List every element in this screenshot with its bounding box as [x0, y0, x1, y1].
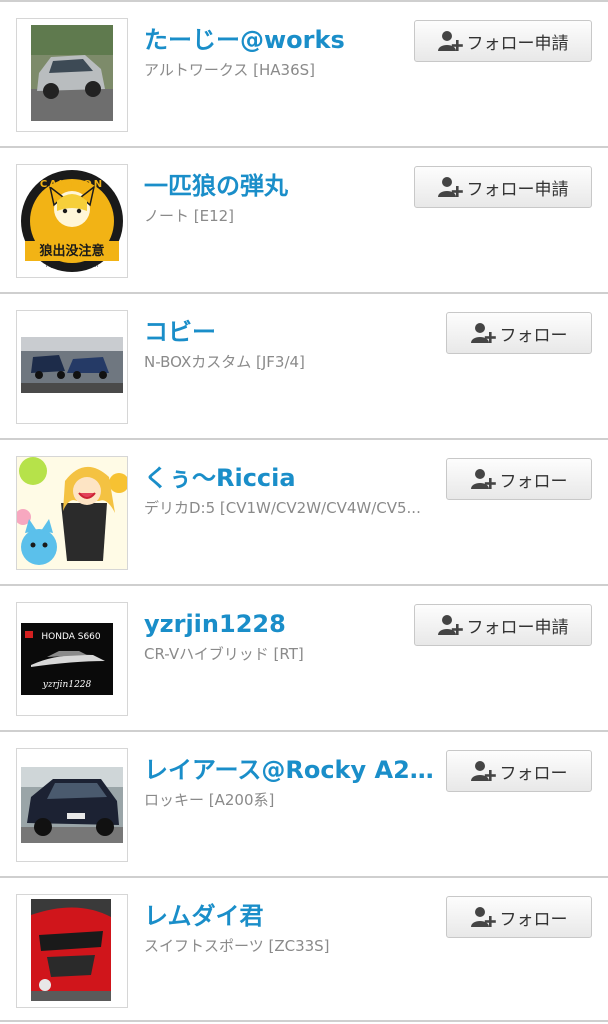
user-car: CR-Vハイブリッド [RT] [144, 645, 304, 663]
follow-request-button[interactable]: フォロー申請 [414, 604, 592, 646]
car-photo [17, 19, 127, 131]
honda-s660-image: HONDA S660 yzrjin1228 [17, 603, 127, 715]
follow-button[interactable]: フォロー [446, 458, 592, 500]
avatar[interactable] [16, 894, 128, 1008]
follow-button-label: フォロー申請 [466, 617, 569, 638]
avatar[interactable] [16, 456, 128, 570]
user-car: N-BOXカスタム [JF3/4] [144, 353, 305, 371]
avatar[interactable] [16, 748, 128, 862]
mountain-label: Mysterious Mountain [46, 263, 98, 269]
anime-illustration [17, 457, 127, 569]
follow-request-button[interactable]: フォロー申請 [414, 20, 592, 62]
user-plus-icon [470, 906, 497, 928]
user-plus-icon [437, 176, 464, 198]
yzrjin-label: yzrjin1228 [42, 680, 92, 690]
list-item: レムダイ君 スイフトスポーツ [ZC33S] フォロー [0, 876, 608, 1022]
user-car: アルトワークス [HA36S] [144, 61, 316, 79]
follow-button-label: フォロー [499, 471, 568, 492]
user-car: デリカD:5 [CV1W/CV2W/CV4W/CV5... [144, 499, 421, 517]
user-car: ノート [E12] [144, 207, 235, 225]
user-plus-icon [470, 760, 497, 782]
follow-button[interactable]: フォロー [446, 750, 592, 792]
user-name[interactable]: レムダイ君 [144, 898, 434, 934]
car-photo [17, 311, 127, 423]
list-item: HONDA S660 yzrjin1228 yzrjin1228 CR-Vハイブ… [0, 584, 608, 730]
follow-button-label: フォロー [499, 763, 568, 784]
avatar[interactable] [16, 310, 128, 424]
follow-button-label: フォロー申請 [466, 179, 569, 200]
follow-button-label: フォロー申請 [466, 33, 569, 54]
follow-request-button[interactable]: フォロー申請 [414, 166, 592, 208]
follow-button[interactable]: フォロー [446, 896, 592, 938]
list-item: CAUTION 狼出没注意 Mysterious Mountain 一匹狼の弾丸… [0, 146, 608, 292]
user-plus-icon [470, 322, 497, 344]
follow-button[interactable]: フォロー [446, 312, 592, 354]
car-photo [17, 895, 127, 1007]
honda-s660-label: HONDA S660 [41, 632, 101, 642]
caution-label: CAUTION [40, 179, 104, 190]
user-name[interactable]: レイアース@Rocky A21... [144, 752, 434, 788]
wolf-warning-label: 狼出没注意 [38, 243, 104, 259]
car-photo [17, 749, 127, 861]
list-item: たーじー@works アルトワークス [HA36S] フォロー申請 [0, 0, 608, 146]
user-list: たーじー@works アルトワークス [HA36S] フォロー申請 CAUTIO… [0, 0, 608, 1024]
list-item: コビー N-BOXカスタム [JF3/4] フォロー [0, 292, 608, 438]
avatar[interactable] [16, 18, 128, 132]
user-car: ロッキー [A200系] [144, 791, 275, 809]
user-plus-icon [470, 468, 497, 490]
user-name[interactable]: 一匹狼の弾丸 [144, 168, 434, 204]
follow-button-label: フォロー [499, 325, 568, 346]
avatar[interactable]: CAUTION 狼出没注意 Mysterious Mountain [16, 164, 128, 278]
list-item: くぅ〜Riccia デリカD:5 [CV1W/CV2W/CV4W/CV5... … [0, 438, 608, 584]
user-name[interactable]: くぅ〜Riccia [144, 460, 434, 496]
caution-wolf-image: CAUTION 狼出没注意 Mysterious Mountain [17, 165, 127, 277]
user-plus-icon [437, 30, 464, 52]
user-plus-icon [437, 614, 464, 636]
list-item: レイアース@Rocky A21... ロッキー [A200系] フォロー [0, 730, 608, 876]
user-name[interactable]: たーじー@works [144, 22, 434, 58]
user-name[interactable]: yzrjin1228 [144, 606, 434, 642]
user-car: スイフトスポーツ [ZC33S] [144, 937, 330, 955]
follow-button-label: フォロー [499, 909, 568, 930]
user-name[interactable]: コビー [144, 314, 434, 350]
avatar[interactable]: HONDA S660 yzrjin1228 [16, 602, 128, 716]
